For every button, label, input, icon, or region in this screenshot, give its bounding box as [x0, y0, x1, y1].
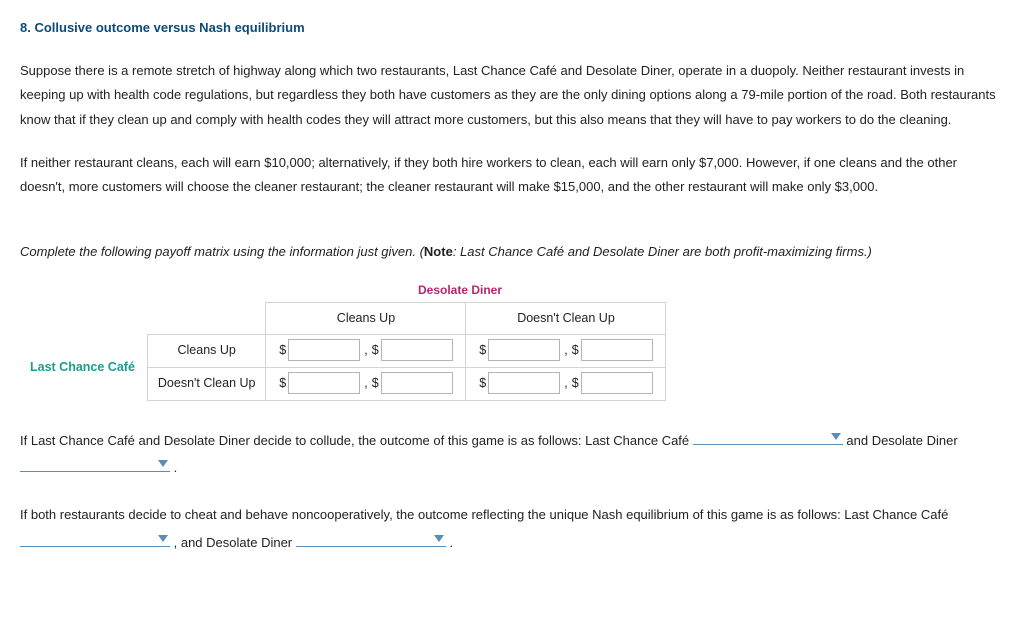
- dropdown-collude-lcc[interactable]: [693, 427, 843, 445]
- input-r1c0-b[interactable]: [381, 372, 453, 394]
- comma: ,: [564, 376, 567, 390]
- cell-doesnt-doesnt: $, $: [466, 368, 666, 401]
- cell-cleans-cleans: $, $: [266, 335, 466, 368]
- note-label: Note: [424, 244, 453, 259]
- row-player-label: Last Chance Café: [20, 335, 147, 401]
- dropdown-nash-lcc[interactable]: [20, 529, 170, 547]
- row-header-doesnt-clean: Doesn't Clean Up: [147, 368, 266, 401]
- row-header-cleans: Cleans Up: [147, 335, 266, 368]
- follow1-text-1: If Last Chance Café and Desolate Diner d…: [20, 433, 693, 448]
- cell-cleans-doesnt: $, $: [466, 335, 666, 368]
- follow2-text-3: .: [449, 535, 453, 550]
- instruction-suffix: : Last Chance Café and Desolate Diner ar…: [453, 244, 872, 259]
- follow1-text-3: .: [174, 460, 178, 475]
- dollar-sign: $: [479, 343, 486, 357]
- payoff-table: Cleans Up Doesn't Clean Up Last Chance C…: [20, 302, 666, 401]
- follow1-text-2: and Desolate Diner: [846, 433, 957, 448]
- input-r0c1-b[interactable]: [581, 339, 653, 361]
- dollar-sign: $: [279, 343, 286, 357]
- input-r1c1-a[interactable]: [488, 372, 560, 394]
- dollar-sign: $: [279, 376, 286, 390]
- comma: ,: [364, 343, 367, 357]
- instruction-text: Complete the following payoff matrix usi…: [20, 240, 1004, 265]
- input-r1c1-b[interactable]: [581, 372, 653, 394]
- input-r1c0-a[interactable]: [288, 372, 360, 394]
- col-header-cleans: Cleans Up: [266, 302, 466, 335]
- cell-doesnt-cleans: $, $: [266, 368, 466, 401]
- col-header-doesnt-clean: Doesn't Clean Up: [466, 302, 666, 335]
- dropdown-collude-dd[interactable]: [20, 454, 170, 472]
- dollar-sign: $: [372, 376, 379, 390]
- comma: ,: [564, 343, 567, 357]
- input-r0c0-a[interactable]: [288, 339, 360, 361]
- comma: ,: [364, 376, 367, 390]
- input-r0c1-a[interactable]: [488, 339, 560, 361]
- follow2-text-2: , and Desolate Diner: [174, 535, 296, 550]
- input-r0c0-b[interactable]: [381, 339, 453, 361]
- follow2-text-1: If both restaurants decide to cheat and …: [20, 507, 948, 522]
- dollar-sign: $: [479, 376, 486, 390]
- dollar-sign: $: [572, 376, 579, 390]
- followup-nash: If both restaurants decide to cheat and …: [20, 501, 1004, 556]
- dollar-sign: $: [372, 343, 379, 357]
- dollar-sign: $: [572, 343, 579, 357]
- column-player-label: Desolate Diner: [180, 279, 740, 302]
- payoff-matrix: Desolate Diner Cleans Up Doesn't Clean U…: [20, 279, 1004, 401]
- question-title: 8. Collusive outcome versus Nash equilib…: [20, 16, 1004, 41]
- paragraph-2: If neither restaurant cleans, each will …: [20, 151, 1004, 200]
- followup-collude: If Last Chance Café and Desolate Diner d…: [20, 427, 1004, 482]
- dropdown-nash-dd[interactable]: [296, 529, 446, 547]
- paragraph-1: Suppose there is a remote stretch of hig…: [20, 59, 1004, 133]
- instruction-prefix: Complete the following payoff matrix usi…: [20, 244, 424, 259]
